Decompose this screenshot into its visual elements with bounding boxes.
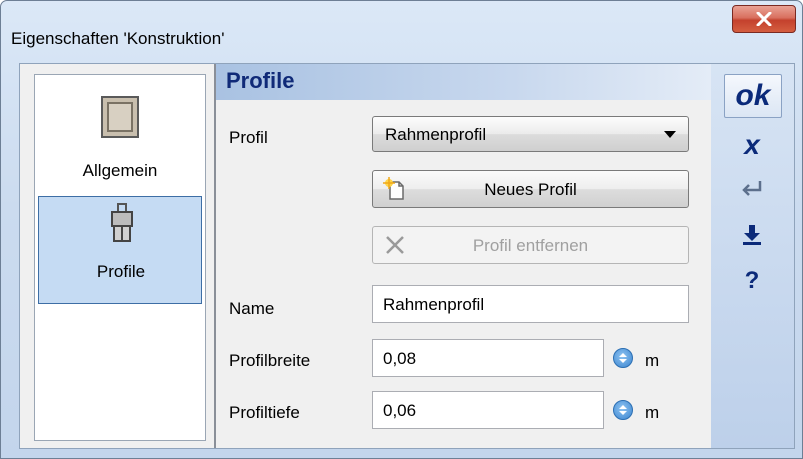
section-title: Profile xyxy=(226,68,295,93)
window-frame-icon xyxy=(101,96,139,138)
spin-arrows-icon xyxy=(619,405,627,415)
category-list: Allgemein Profile xyxy=(34,74,206,441)
close-icon xyxy=(756,12,772,26)
download-icon xyxy=(743,225,761,245)
action-bar: ok x ? xyxy=(711,64,794,448)
profilbreite-label: Profilbreite xyxy=(229,351,311,370)
ok-button[interactable]: ok xyxy=(724,74,782,118)
spin-arrows-icon xyxy=(619,353,627,363)
profiltiefe-field[interactable]: 0,06 xyxy=(372,391,604,429)
profilbreite-unit: m xyxy=(645,351,660,370)
profil-label: Profil xyxy=(229,128,268,147)
help-button[interactable]: ? xyxy=(724,260,780,302)
close-button[interactable] xyxy=(732,5,796,33)
sidebar-item-label: Profile xyxy=(96,262,146,281)
properties-dialog: Eigenschaften 'Konstruktion' Allgemein P… xyxy=(0,0,803,459)
ok-label: ok xyxy=(735,79,771,112)
new-profile-label: Neues Profil xyxy=(484,180,577,199)
profiltiefe-unit: m xyxy=(645,403,660,422)
cancel-label: x xyxy=(744,129,760,160)
profilbreite-stepper[interactable] xyxy=(613,348,633,368)
profiltiefe-stepper[interactable] xyxy=(613,400,633,420)
new-profile-button[interactable]: Neues Profil xyxy=(372,170,689,208)
profil-dropdown-value: Rahmenprofil xyxy=(385,125,487,144)
apply-button[interactable] xyxy=(724,168,780,210)
name-field-value: Rahmenprofil xyxy=(383,295,485,314)
remove-profile-button[interactable]: Profil entfernen xyxy=(372,226,689,264)
sidebar-item-profile[interactable]: Profile xyxy=(38,196,202,304)
name-label: Name xyxy=(229,299,275,318)
cancel-button[interactable]: x xyxy=(724,124,780,166)
sidebar-item-label: Allgemein xyxy=(82,161,158,180)
divider xyxy=(214,64,216,448)
profilbreite-field[interactable]: 0,08 xyxy=(372,339,604,377)
enter-icon xyxy=(742,181,762,196)
section-header: Profile xyxy=(216,64,711,100)
profil-dropdown[interactable]: Rahmenprofil xyxy=(372,116,689,152)
remove-profile-label: Profil entfernen xyxy=(472,236,589,255)
profilbreite-value: 0,08 xyxy=(383,349,417,368)
title-bar: Eigenschaften 'Konstruktion' xyxy=(1,1,802,65)
name-field[interactable]: Rahmenprofil xyxy=(372,285,689,323)
chevron-down-icon xyxy=(664,131,676,138)
window-profile-icon xyxy=(111,203,133,242)
profiltiefe-label: Profiltiefe xyxy=(229,403,300,422)
help-label: ? xyxy=(744,267,760,294)
profiltiefe-value: 0,06 xyxy=(383,401,417,420)
save-button[interactable] xyxy=(724,214,780,256)
window-title: Eigenschaften 'Konstruktion' xyxy=(11,29,225,48)
